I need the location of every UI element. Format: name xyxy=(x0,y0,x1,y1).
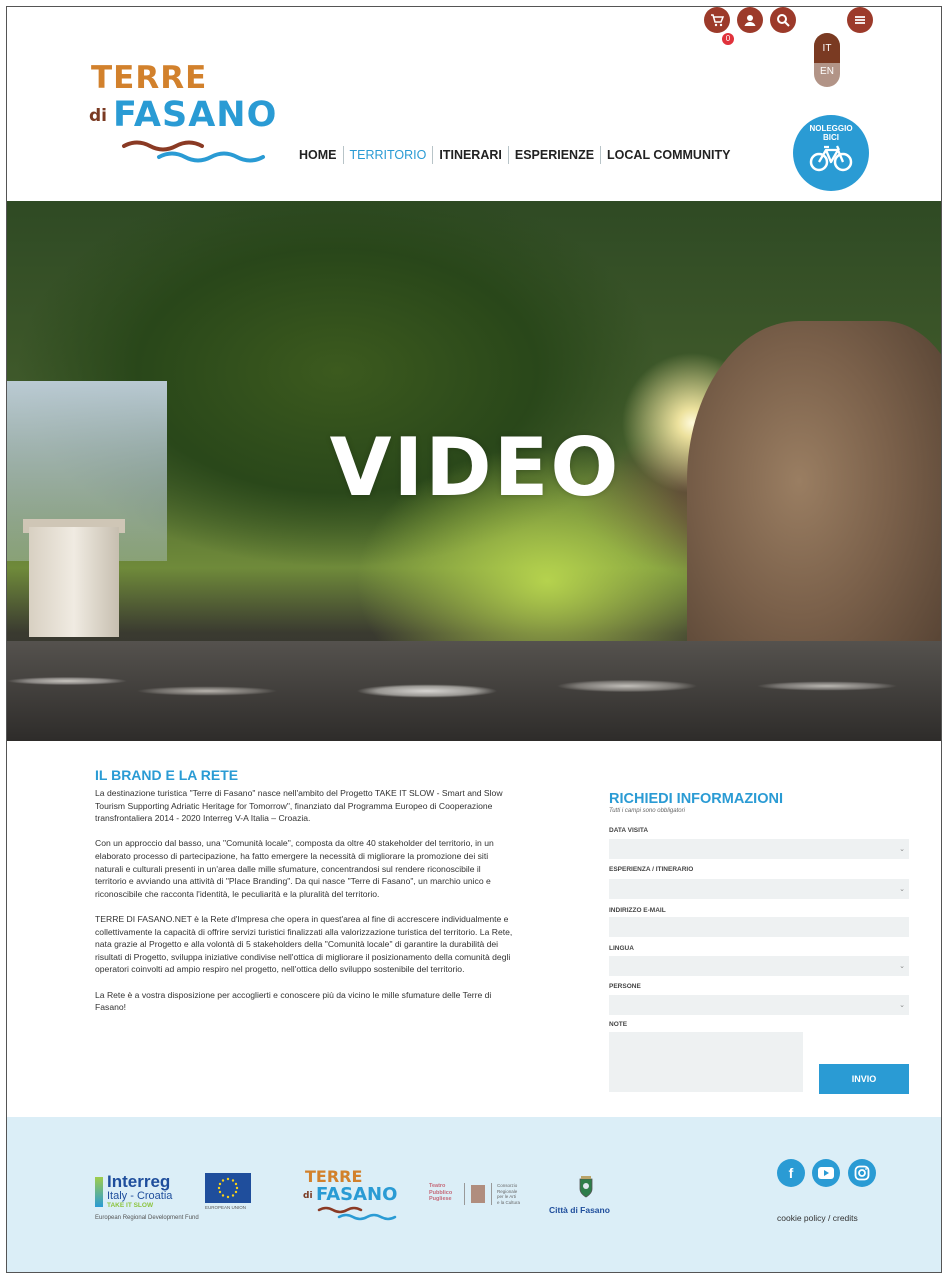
brand-paragraph: TERRE DI FASANO.NET è la Rete d'Impresa … xyxy=(95,913,513,975)
chevron-down-icon: ⌄ xyxy=(899,1002,905,1009)
interreg-logo[interactable]: Interreg Italy - Croatia TAKE IT SLOW Eu… xyxy=(95,1173,265,1233)
logo-line-1: TERRE xyxy=(91,60,208,96)
field-label-esperienza: ESPERIENZA / ITINERARIO xyxy=(609,866,694,873)
lang-en-option[interactable]: EN xyxy=(814,63,840,87)
experience-select[interactable]: ⌄ xyxy=(609,879,909,899)
form-title: RICHIEDI INFORMAZIONI xyxy=(609,791,783,807)
language-select[interactable]: ⌄ xyxy=(609,956,909,976)
chevron-down-icon: ⌄ xyxy=(899,886,905,893)
city-crest-icon xyxy=(579,1176,593,1198)
hero-title: VIDEO xyxy=(329,421,621,514)
city-logo[interactable]: Città di Fasano xyxy=(549,1175,629,1225)
youtube-icon[interactable] xyxy=(812,1159,840,1187)
info-request-form: RICHIEDI INFORMAZIONI Tutti i campi sono… xyxy=(609,791,909,1094)
field-label-note: NOTE xyxy=(609,1021,628,1028)
partner-name: Teatro Pubblico Pugliese xyxy=(429,1183,452,1203)
nav-item-local-community[interactable]: LOCAL COMMUNITY xyxy=(601,146,736,164)
submit-button[interactable]: INVIO xyxy=(819,1064,909,1094)
logo-wave-icon xyxy=(122,140,265,163)
search-icon[interactable] xyxy=(770,7,796,33)
field-label-email: INDIRIZZO E-MAIL xyxy=(609,907,666,914)
menu-icon[interactable] xyxy=(847,7,873,33)
hero-stone-wall xyxy=(7,641,941,741)
interreg-mark xyxy=(95,1177,103,1207)
hero-pillar xyxy=(29,527,119,637)
bike-label-2: BICI xyxy=(823,133,839,142)
bike-rental-button[interactable]: NOLEGGIO BICI xyxy=(793,115,869,191)
partner-divider xyxy=(491,1183,492,1205)
logo-line-2b: FASANO xyxy=(113,95,278,135)
partner-mark-icon xyxy=(471,1185,485,1203)
brand-section-title: IL BRAND E LA RETE xyxy=(95,767,239,783)
facebook-icon[interactable]: f xyxy=(777,1159,805,1187)
footer-logo-line-2b: FASANO xyxy=(316,1184,398,1205)
partner-line: e la Cultura xyxy=(497,1199,521,1205)
page-frame: TERRE di FASANO 0 IT EN HOME TERRITORIO xyxy=(6,6,942,1273)
brand-paragraph: La Rete è a vostra disposizione per acco… xyxy=(95,989,492,1013)
notes-textarea[interactable] xyxy=(609,1032,803,1092)
footer-logo-line-2a: di xyxy=(303,1191,313,1201)
field-label-data-visita: DATA VISITA xyxy=(609,827,649,834)
brand-paragraph: Con un approccio dal basso, una "Comunit… xyxy=(95,838,494,899)
nav-item-itinerari[interactable]: ITINERARI xyxy=(433,146,508,164)
bike-label-1: NOLEGGIO xyxy=(809,124,853,133)
instagram-icon[interactable] xyxy=(848,1159,876,1187)
eu-label: EUROPEAN UNION xyxy=(205,1205,247,1210)
nav-item-esperienze[interactable]: ESPERIENZE xyxy=(509,146,600,164)
cart-count-badge: 0 xyxy=(722,33,734,45)
partner-logo[interactable]: Teatro Pubblico Pugliese Consorzio Regio… xyxy=(429,1183,539,1213)
main-nav: HOME TERRITORIO ITINERARI ESPERIENZE LOC… xyxy=(293,146,736,164)
site-logo[interactable]: TERRE di FASANO xyxy=(89,63,279,163)
user-icon[interactable] xyxy=(737,7,763,33)
site-footer: Interreg Italy - Croatia TAKE IT SLOW Eu… xyxy=(7,1117,941,1272)
interreg-fund: European Regional Development Fund xyxy=(95,1215,199,1221)
nav-item-territorio[interactable]: TERRITORIO xyxy=(344,146,433,164)
field-label-persone: PERSONE xyxy=(609,983,641,990)
city-name: Città di Fasano xyxy=(549,1205,610,1215)
footer-logo-line-1: TERRE xyxy=(305,1167,363,1186)
email-field[interactable] xyxy=(609,917,909,937)
hero-video[interactable]: VIDEO xyxy=(7,201,941,741)
footer-terre-logo[interactable]: TERRE di FASANO xyxy=(303,1169,403,1225)
main-content: IL BRAND E LA RETE La destinazione turis… xyxy=(7,741,941,1117)
form-subtitle: Tutti i campi sono obbligatori xyxy=(609,808,685,814)
eu-flag-icon xyxy=(205,1173,251,1203)
partner-divider xyxy=(464,1183,465,1205)
chevron-down-icon: ⌄ xyxy=(899,963,905,970)
partner-consortium: Consorzio Regionale per le Arti e la Cul… xyxy=(497,1183,520,1205)
interreg-program: Italy - Croatia xyxy=(107,1190,173,1202)
nav-item-home[interactable]: HOME xyxy=(293,146,343,164)
brand-paragraph: La destinazione turistica "Terre di Fasa… xyxy=(95,788,503,824)
lang-it-option[interactable]: IT xyxy=(814,33,840,63)
cookie-policy-link[interactable]: cookie policy / credits xyxy=(777,1213,858,1223)
interreg-project: TAKE IT SLOW xyxy=(107,1202,154,1209)
site-header: TERRE di FASANO 0 IT EN HOME TERRITORIO xyxy=(7,7,941,201)
people-select[interactable]: ⌄ xyxy=(609,995,909,1015)
interreg-name: Interreg xyxy=(107,1172,171,1191)
partner-line: Pugliese xyxy=(429,1196,452,1202)
date-visit-select[interactable]: ⌄ xyxy=(609,839,909,859)
cart-icon[interactable] xyxy=(704,7,730,33)
footer-logo-wave-icon xyxy=(317,1206,397,1221)
logo-line-2a: di xyxy=(89,106,107,126)
bicycle-icon xyxy=(809,145,853,172)
partner-line: Consorzio xyxy=(497,1183,518,1188)
brand-text: La destinazione turistica "Terre di Fasa… xyxy=(95,787,513,1026)
chevron-down-icon: ⌄ xyxy=(899,846,905,853)
field-label-lingua: LINGUA xyxy=(609,945,634,952)
